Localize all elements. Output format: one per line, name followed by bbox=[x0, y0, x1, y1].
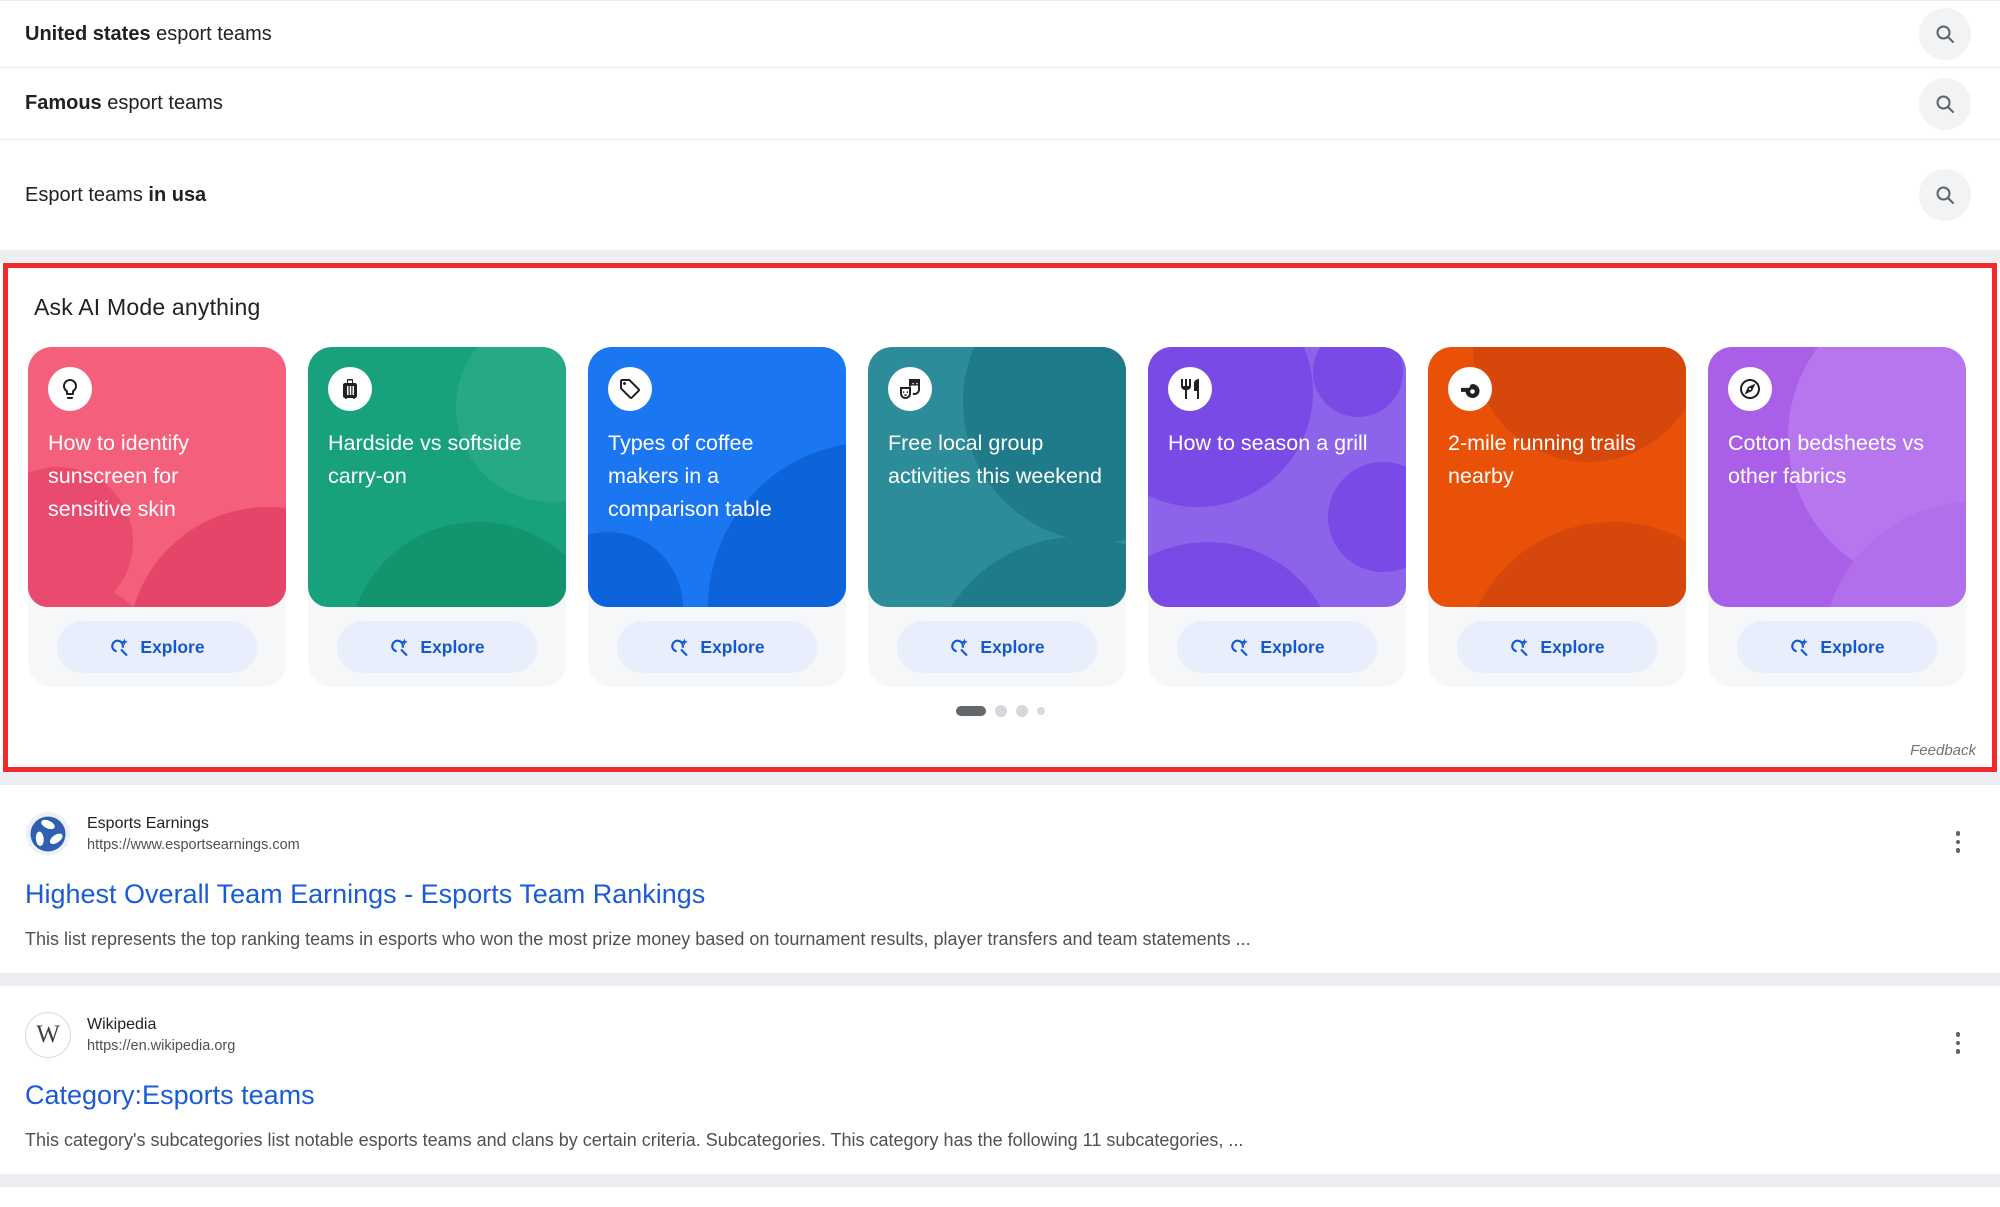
section-divider bbox=[0, 772, 2000, 785]
card-footer: Explore bbox=[1708, 607, 1966, 687]
carousel-dot[interactable] bbox=[1037, 707, 1045, 715]
ai-mode-icon bbox=[949, 637, 970, 658]
explore-button[interactable]: Explore bbox=[337, 621, 536, 673]
tag-icon bbox=[608, 367, 652, 411]
card-footer: Explore bbox=[868, 607, 1126, 687]
card-footer: Explore bbox=[1148, 607, 1406, 687]
explore-button[interactable]: Explore bbox=[617, 621, 816, 673]
search-icon[interactable] bbox=[1919, 8, 1971, 60]
explore-button[interactable]: Explore bbox=[897, 621, 1096, 673]
explore-button[interactable]: Explore bbox=[1737, 621, 1936, 673]
ask-ai-mode-module: Ask AI Mode anything How to identify sun… bbox=[3, 263, 1997, 772]
carousel-indicators bbox=[28, 705, 1972, 717]
lightbulb-icon bbox=[48, 367, 92, 411]
explore-label: Explore bbox=[1260, 637, 1324, 658]
ai-mode-icon bbox=[1509, 637, 1530, 658]
related-search-row[interactable]: Esport teams in usa bbox=[0, 140, 2000, 250]
explore-label: Explore bbox=[1820, 637, 1884, 658]
related-search-text: Esport teams in usa bbox=[25, 184, 206, 207]
more-vert-icon[interactable] bbox=[1952, 1028, 1965, 1058]
card-title: How to identify sunscreen for sensitive … bbox=[48, 427, 266, 526]
card-footer: Explore bbox=[308, 607, 566, 687]
card-art: How to season a grill bbox=[1148, 347, 1406, 607]
related-search-text: Famous esport teams bbox=[25, 92, 223, 115]
card-art: How to identify sunscreen for sensitive … bbox=[28, 347, 286, 607]
ai-suggestion-card[interactable]: Cotton bedsheets vs other fabrics Explor… bbox=[1708, 347, 1966, 687]
card-footer: Explore bbox=[1428, 607, 1686, 687]
site-url: https://en.wikipedia.org bbox=[87, 1038, 235, 1054]
esports-earnings-pinwheel-icon bbox=[25, 811, 71, 857]
result-header[interactable]: W Wikipedia https://en.wikipedia.org bbox=[25, 1012, 1962, 1058]
ai-mode-icon bbox=[109, 637, 130, 658]
explore-label: Explore bbox=[140, 637, 204, 658]
explore-button[interactable]: Explore bbox=[1177, 621, 1376, 673]
luggage-icon bbox=[328, 367, 372, 411]
feedback-link[interactable]: Feedback bbox=[1910, 742, 1976, 759]
compass-icon bbox=[1728, 367, 1772, 411]
card-art: 2-mile running trails nearby bbox=[1428, 347, 1686, 607]
related-search-text: United states esport teams bbox=[25, 23, 272, 46]
explore-label: Explore bbox=[420, 637, 484, 658]
ai-suggestion-card[interactable]: How to season a grill Explore bbox=[1148, 347, 1406, 687]
ai-mode-icon bbox=[1789, 637, 1810, 658]
theater-masks-icon bbox=[888, 367, 932, 411]
section-divider bbox=[0, 1174, 2000, 1187]
card-footer: Explore bbox=[28, 607, 286, 687]
carousel-dot-active[interactable] bbox=[956, 706, 986, 716]
site-name: Wikipedia bbox=[87, 1016, 235, 1034]
search-result: W Wikipedia https://en.wikipedia.org Cat… bbox=[0, 986, 2000, 1174]
ai-suggestion-card[interactable]: Hardside vs softside carry-on Explore bbox=[308, 347, 566, 687]
related-search-row[interactable]: Famous esport teams bbox=[0, 68, 2000, 140]
search-icon[interactable] bbox=[1919, 169, 1971, 221]
search-results-page: United states esport teams Famous esport… bbox=[0, 0, 2000, 1207]
more-vert-icon[interactable] bbox=[1952, 827, 1965, 857]
search-icon[interactable] bbox=[1919, 78, 1971, 130]
card-title: Types of coffee makers in a comparison t… bbox=[608, 427, 826, 526]
card-title: How to season a grill bbox=[1168, 427, 1386, 460]
explore-label: Explore bbox=[980, 637, 1044, 658]
site-url: https://www.esportsearnings.com bbox=[87, 837, 300, 853]
related-search-row[interactable]: United states esport teams bbox=[0, 1, 2000, 68]
card-title: Hardside vs softside carry-on bbox=[328, 427, 546, 493]
result-snippet: This category's subcategories list notab… bbox=[25, 1128, 1962, 1152]
card-art: Free local group activities this weekend bbox=[868, 347, 1126, 607]
explore-button[interactable]: Explore bbox=[57, 621, 256, 673]
ai-suggestion-card[interactable]: Types of coffee makers in a comparison t… bbox=[588, 347, 846, 687]
section-divider bbox=[0, 250, 2000, 263]
ai-mode-icon bbox=[389, 637, 410, 658]
ai-mode-title: Ask AI Mode anything bbox=[34, 294, 1972, 321]
carousel-dot[interactable] bbox=[1016, 705, 1028, 717]
card-art: Hardside vs softside carry-on bbox=[308, 347, 566, 607]
restaurant-icon bbox=[1168, 367, 1212, 411]
card-title: Cotton bedsheets vs other fabrics bbox=[1728, 427, 1946, 493]
whistle-icon bbox=[1448, 367, 1492, 411]
site-name: Esports Earnings bbox=[87, 815, 300, 833]
card-footer: Explore bbox=[588, 607, 846, 687]
ai-suggestion-card[interactable]: 2-mile running trails nearby Explore bbox=[1428, 347, 1686, 687]
ai-mode-icon bbox=[669, 637, 690, 658]
ai-suggestion-card[interactable]: Free local group activities this weekend… bbox=[868, 347, 1126, 687]
ai-suggestion-card[interactable]: How to identify sunscreen for sensitive … bbox=[28, 347, 286, 687]
result-title-link[interactable]: Category:Esports teams bbox=[25, 1080, 1962, 1111]
card-art: Cotton bedsheets vs other fabrics bbox=[1708, 347, 1966, 607]
wikipedia-w-icon: W bbox=[25, 1012, 71, 1058]
explore-label: Explore bbox=[1540, 637, 1604, 658]
explore-button[interactable]: Explore bbox=[1457, 621, 1656, 673]
card-title: 2-mile running trails nearby bbox=[1448, 427, 1666, 493]
site-info: Esports Earnings https://www.esportsearn… bbox=[87, 815, 300, 853]
related-searches: United states esport teams Famous esport… bbox=[0, 0, 2000, 250]
carousel-dot[interactable] bbox=[995, 705, 1007, 717]
result-header[interactable]: Esports Earnings https://www.esportsearn… bbox=[25, 811, 1962, 857]
ai-suggestion-carousel: How to identify sunscreen for sensitive … bbox=[28, 347, 1972, 687]
section-divider bbox=[0, 973, 2000, 986]
ai-mode-icon bbox=[1229, 637, 1250, 658]
card-art: Types of coffee makers in a comparison t… bbox=[588, 347, 846, 607]
result-title-link[interactable]: Highest Overall Team Earnings - Esports … bbox=[25, 879, 1962, 910]
explore-label: Explore bbox=[700, 637, 764, 658]
result-snippet: This list represents the top ranking tea… bbox=[25, 927, 1962, 951]
site-info: Wikipedia https://en.wikipedia.org bbox=[87, 1016, 235, 1054]
card-title: Free local group activities this weekend bbox=[888, 427, 1106, 493]
search-result: Esports Earnings https://www.esportsearn… bbox=[0, 785, 2000, 973]
